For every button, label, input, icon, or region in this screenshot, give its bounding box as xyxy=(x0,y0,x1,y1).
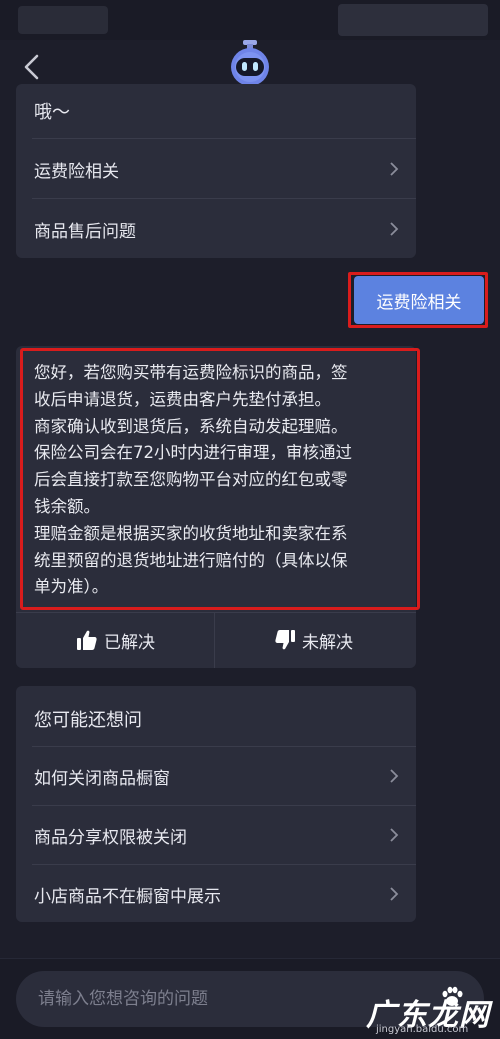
answer-line: 单为准）。 xyxy=(34,577,109,597)
option-label: 运费险相关 xyxy=(34,161,119,182)
thumbs-up-icon xyxy=(77,630,97,650)
chevron-right-icon xyxy=(390,887,399,901)
divider xyxy=(214,612,215,668)
suggestion-item[interactable]: 商品分享权限被关闭 xyxy=(16,806,416,864)
option-label: 商品售后问题 xyxy=(34,221,136,242)
suggestions-card: 您可能还想问 如何关闭商品橱窗 商品分享权限被关闭 小店商品不在橱窗中展示 xyxy=(16,686,416,922)
suggestion-label: 小店商品不在橱窗中展示 xyxy=(34,886,221,907)
unsolved-button[interactable]: 未解决 xyxy=(274,612,353,668)
answer-line: 保险公司会在72小时内进行审理，审核通过 xyxy=(34,443,352,463)
answer-text: 您好，若您购买带有运费险标识的商品，签 收后申请退货，运费由客户先垫付承担。 商… xyxy=(34,360,404,601)
solved-label: 已解决 xyxy=(104,632,155,653)
watermark: 广东龙网 jingyan.baidu.com xyxy=(366,990,490,1035)
suggestion-label: 如何关闭商品橱窗 xyxy=(34,768,170,789)
suggestion-item[interactable]: 如何关闭商品橱窗 xyxy=(16,747,416,805)
chevron-left-icon[interactable] xyxy=(18,52,48,82)
suggestion-item[interactable]: 小店商品不在橱窗中展示 xyxy=(16,865,416,923)
divider xyxy=(32,198,416,199)
thumbs-down-icon xyxy=(275,630,295,650)
robot-avatar-icon xyxy=(231,40,269,86)
answer-line: 统里预留的退货地址进行赔付的（具体以保 xyxy=(34,550,348,570)
suggestions-title: 您可能还想问 xyxy=(34,710,142,731)
answer-line: 后会直接打款至您购物平台对应的红包或零 xyxy=(34,470,348,490)
option-freight-insurance[interactable]: 运费险相关 xyxy=(16,140,416,198)
answer-line: 钱余额。 xyxy=(34,496,100,516)
suggestion-label: 商品分享权限被关闭 xyxy=(34,827,187,848)
user-message-text: 运费险相关 xyxy=(376,292,462,313)
status-bar-right-blurred xyxy=(338,4,488,36)
bot-intro-text: 哦～ xyxy=(34,102,70,123)
answer-line: 商家确认收到退货后，系统自动发起理赔。 xyxy=(34,416,348,436)
chevron-right-icon xyxy=(390,769,399,783)
option-after-sales[interactable]: 商品售后问题 xyxy=(16,200,416,258)
unsolved-label: 未解决 xyxy=(302,632,353,653)
watermark-url: jingyan.baidu.com xyxy=(376,1024,469,1035)
solved-button[interactable]: 已解决 xyxy=(76,612,155,668)
status-bar-left-blurred xyxy=(18,6,108,34)
divider xyxy=(32,138,416,139)
user-message-bubble: 运费险相关 xyxy=(354,276,484,324)
answer-line: 收后申请退货，运费由客户先垫付承担。 xyxy=(34,389,331,409)
paw-logo-icon xyxy=(442,986,463,1006)
bot-menu-card: 哦～ 运费险相关 商品售后问题 xyxy=(16,84,416,258)
chevron-right-icon xyxy=(390,828,399,842)
status-bar xyxy=(0,0,500,40)
answer-line: 理赔金额是根据买家的收货地址和卖家在系 xyxy=(34,523,348,543)
answer-line: 您好，若您购买带有运费险标识的商品，签 xyxy=(34,363,348,382)
chevron-right-icon xyxy=(390,222,399,236)
chevron-right-icon xyxy=(390,162,399,176)
